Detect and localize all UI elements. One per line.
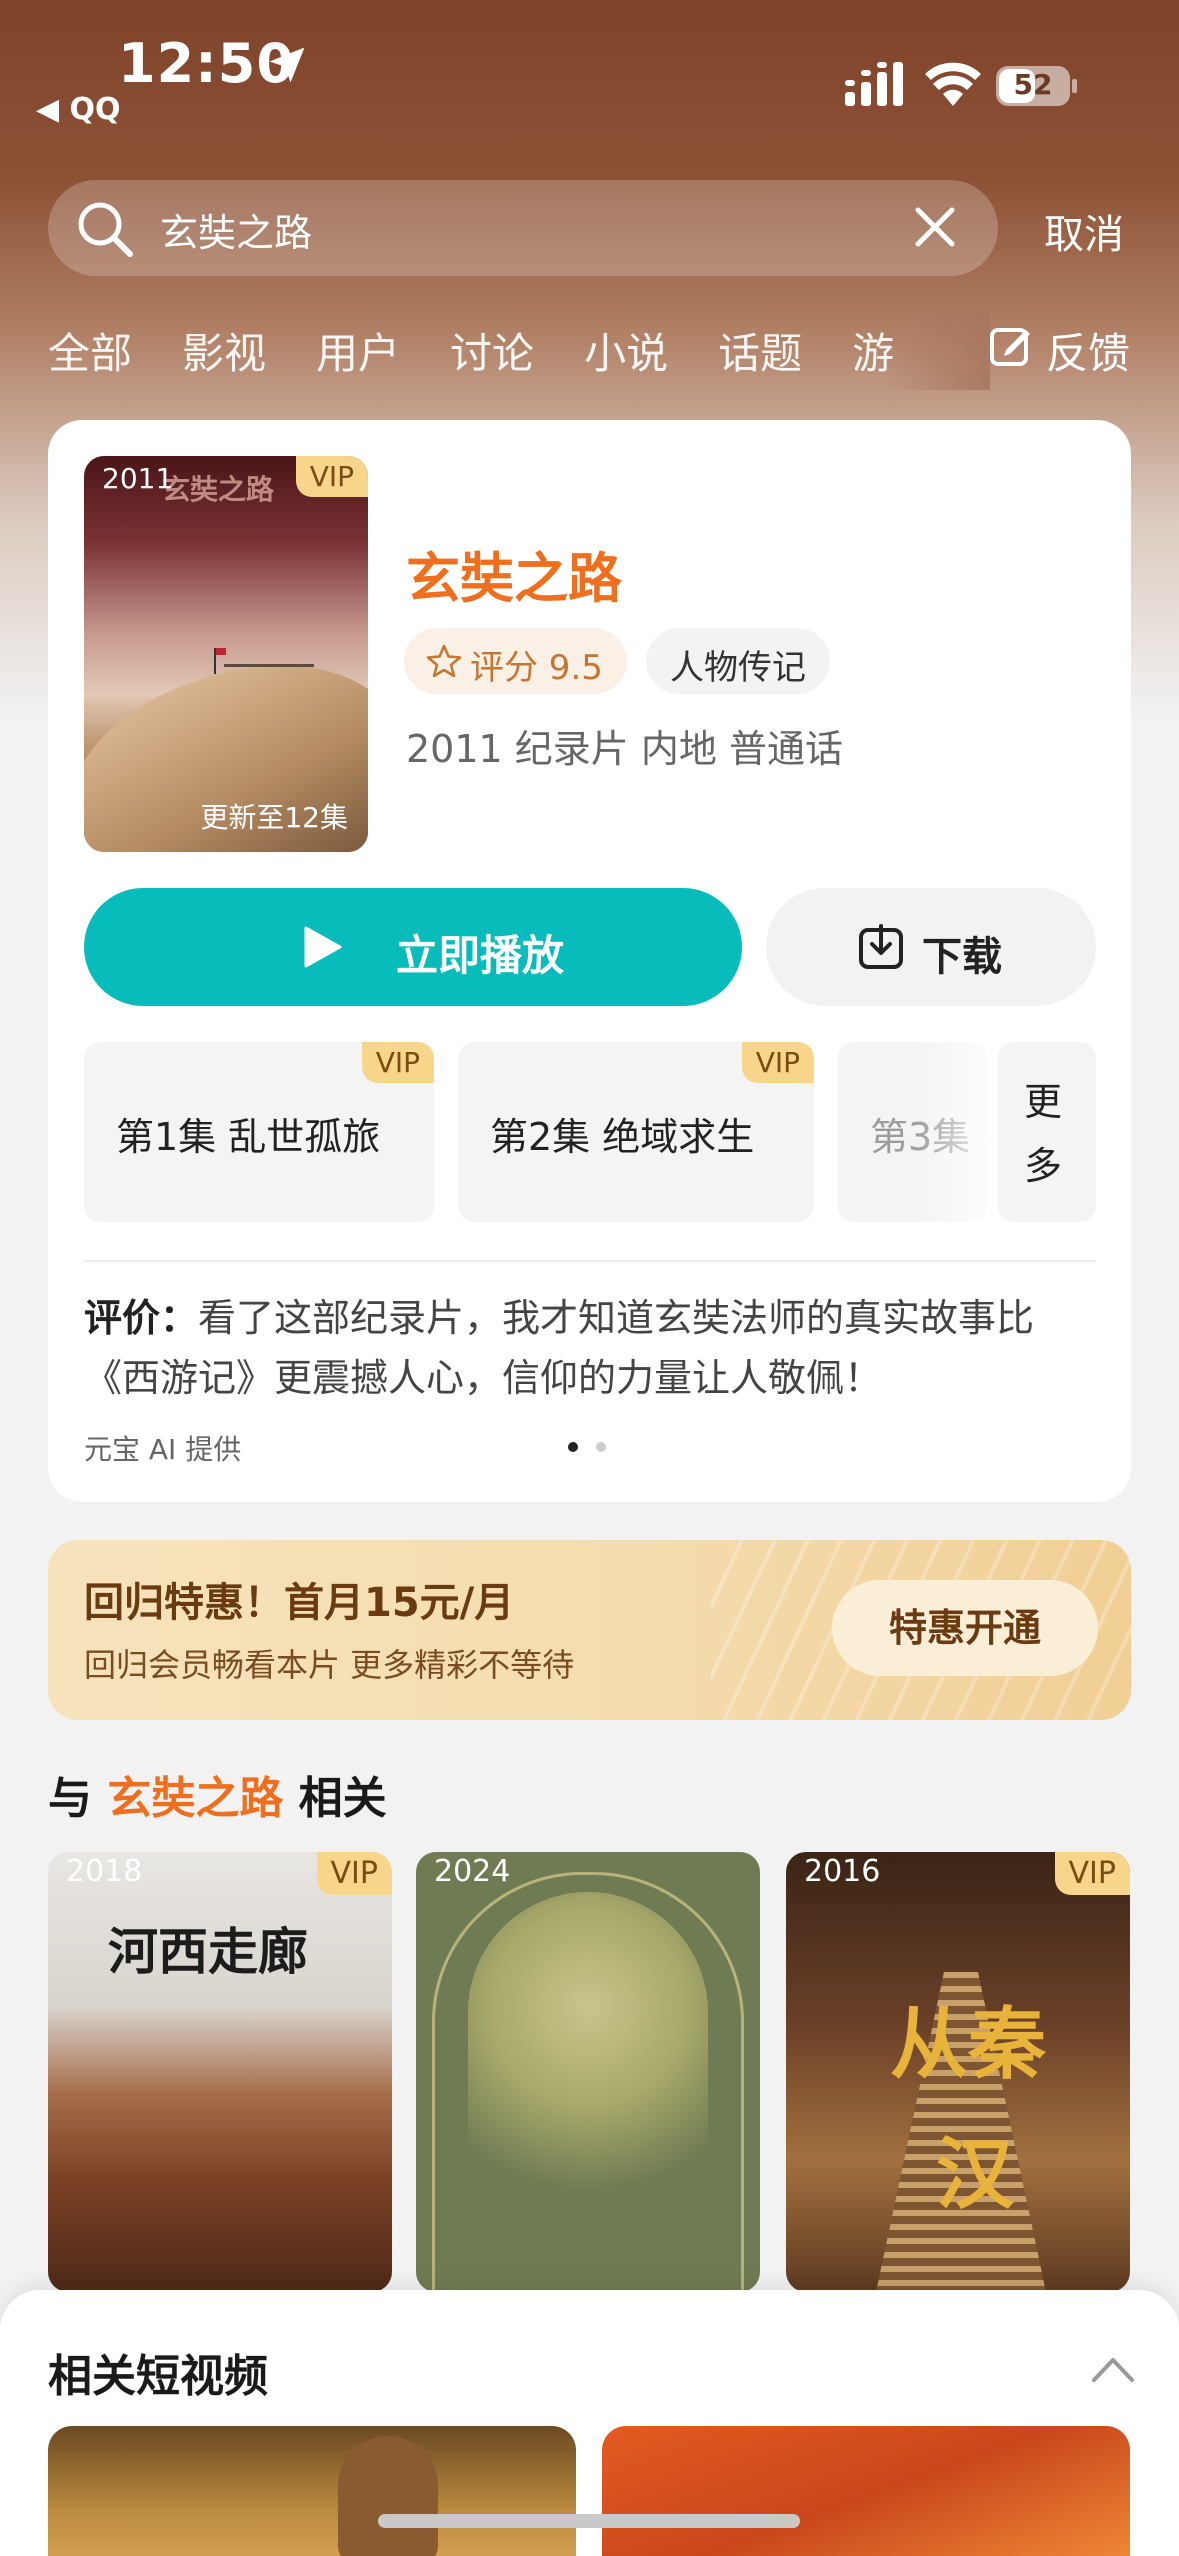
play-label: 立即播放	[396, 931, 565, 980]
promo-activate-button[interactable]: 特惠开通	[832, 1580, 1098, 1676]
review-text: 看了这部纪录片，我才知道玄奘法师的真实故事比《西游记》更震撼人心，信仰的力量让人…	[84, 1296, 1035, 1400]
result-meta: 2011 纪录片 内地 普通话	[406, 727, 843, 771]
promo-subtitle: 回归会员畅看本片 更多精彩不等待	[84, 1646, 575, 1684]
episode-item[interactable]: 第2集 绝域求生 VIP	[458, 1042, 814, 1222]
feedback-label: 反馈	[1046, 329, 1131, 378]
tab-discussion[interactable]: 讨论	[450, 320, 534, 380]
edit-icon	[990, 328, 1030, 366]
ai-review: 评价：看了这部纪录片，我才知道玄奘法师的真实故事比《西游记》更震撼人心，信仰的力…	[84, 1288, 1096, 1408]
year-badge: 2024	[434, 1854, 511, 1889]
vip-badge: VIP	[1054, 1852, 1130, 1895]
status-bar: 12:50 ◀ QQ 52	[0, 0, 1179, 140]
tab-topic[interactable]: 话题	[718, 320, 802, 380]
episode-fade	[914, 1042, 1004, 1222]
page-dot	[596, 1442, 606, 1452]
related-prefix: 与	[48, 1773, 92, 1824]
episode-label: 第1集 乱世孤旅	[116, 1115, 381, 1159]
related-card[interactable]: 2024	[416, 1852, 760, 2292]
more-label: 更多	[1024, 1080, 1063, 1188]
tabs-fade	[890, 310, 990, 390]
poster-flag	[216, 648, 226, 655]
review-prefix: 评价：	[84, 1296, 199, 1340]
poster-calligraphy: 河西走廊	[108, 1922, 308, 1981]
search-icon	[78, 202, 133, 257]
location-arrow-icon	[269, 47, 305, 83]
wifi-icon	[925, 62, 981, 106]
search-bar[interactable]: 玄奘之路	[48, 180, 998, 276]
result-card: 玄奘之路 2011 VIP 更新至12集 玄奘之路 评分 9.5 人物传记 20…	[48, 420, 1131, 1502]
battery-level: 52	[1013, 68, 1053, 101]
short-video-thumbnail[interactable]	[48, 2426, 576, 2556]
short-video-thumbnail[interactable]	[602, 2426, 1130, 2556]
search-input[interactable]: 玄奘之路	[160, 202, 312, 257]
tab-novel[interactable]: 小说	[584, 320, 668, 380]
related-list: 河西走廊 2018 VIP 2024 从秦 汉 2016 VIP	[48, 1852, 1131, 2292]
tab-game[interactable]: 游	[852, 320, 894, 380]
thumbnail-figure	[338, 2436, 438, 2556]
back-to-app-link[interactable]: ◀ QQ	[36, 92, 121, 127]
year-badge: 2011	[102, 462, 174, 495]
battery-tip	[1072, 79, 1077, 93]
clear-search-icon[interactable]	[910, 202, 960, 252]
category-tabs: 全部 影视 用户 讨论 小说 话题游	[48, 320, 968, 380]
cancel-button[interactable]: 取消	[1044, 202, 1124, 260]
divider	[84, 1260, 1096, 1262]
vip-badge: VIP	[295, 456, 368, 497]
poster-tree-illustration	[468, 1892, 708, 2222]
battery-indicator: 52	[996, 66, 1078, 106]
vip-badge: VIP	[741, 1042, 814, 1083]
score-label: 评分 9.5	[470, 648, 603, 688]
play-icon	[304, 926, 342, 968]
related-card[interactable]: 从秦 汉 2016 VIP	[786, 1852, 1130, 2292]
download-button[interactable]: 下载	[766, 888, 1096, 1006]
episode-item[interactable]: 第1集 乱世孤旅 VIP	[84, 1042, 434, 1222]
tab-users[interactable]: 用户	[316, 320, 400, 380]
result-title[interactable]: 玄奘之路	[406, 534, 622, 613]
related-heading: 与 玄奘之路 相关	[48, 1762, 387, 1826]
poster-title-text: 从秦	[890, 1999, 1047, 2090]
related-keyword: 玄奘之路	[107, 1773, 284, 1824]
episode-label: 第2集 绝域求生	[490, 1115, 755, 1159]
update-status: 更新至12集	[200, 801, 348, 834]
play-now-button[interactable]: 立即播放	[84, 888, 742, 1006]
poster-rail	[224, 664, 314, 678]
chevron-up-icon[interactable]	[1090, 2354, 1136, 2384]
cellular-signal-icon	[845, 62, 903, 106]
year-badge: 2016	[804, 1854, 881, 1889]
download-icon	[859, 924, 903, 969]
star-outline-icon	[426, 644, 462, 678]
score-badge: 评分 9.5	[404, 628, 627, 694]
poster-image[interactable]: 玄奘之路 2011 VIP 更新至12集	[84, 456, 368, 852]
vip-badge: VIP	[361, 1042, 434, 1083]
tab-video[interactable]: 影视	[182, 320, 266, 380]
episode-list: 第1集 乱世孤旅 VIP 第2集 绝域求生 VIP 第3集 更多	[84, 1042, 1096, 1222]
tab-all[interactable]: 全部	[48, 320, 132, 380]
promo-headline: 回归特惠！首月15元/月	[84, 1580, 515, 1626]
download-label: 下载	[922, 934, 1002, 980]
poster-title-text: 汉	[936, 2129, 1015, 2220]
page-dot-active	[568, 1442, 578, 1452]
feedback-button[interactable]: 反馈	[988, 320, 1130, 381]
vip-promo-banner[interactable]: 回归特惠！首月15元/月 回归会员畅看本片 更多精彩不等待 特惠开通	[48, 1540, 1131, 1720]
year-badge: 2018	[66, 1854, 143, 1889]
vip-badge: VIP	[316, 1852, 392, 1895]
sheet-title: 相关短视频	[48, 2351, 268, 2402]
related-card[interactable]: 河西走廊 2018 VIP	[48, 1852, 392, 2292]
more-episodes-button[interactable]: 更多	[998, 1042, 1096, 1222]
home-indicator	[378, 2514, 800, 2528]
poster-title-text: 玄奘之路	[162, 473, 275, 506]
genre-tag[interactable]: 人物传记	[646, 628, 830, 694]
related-suffix: 相关	[298, 1773, 387, 1824]
ai-provider-label: 元宝 AI 提供	[84, 1433, 242, 1466]
